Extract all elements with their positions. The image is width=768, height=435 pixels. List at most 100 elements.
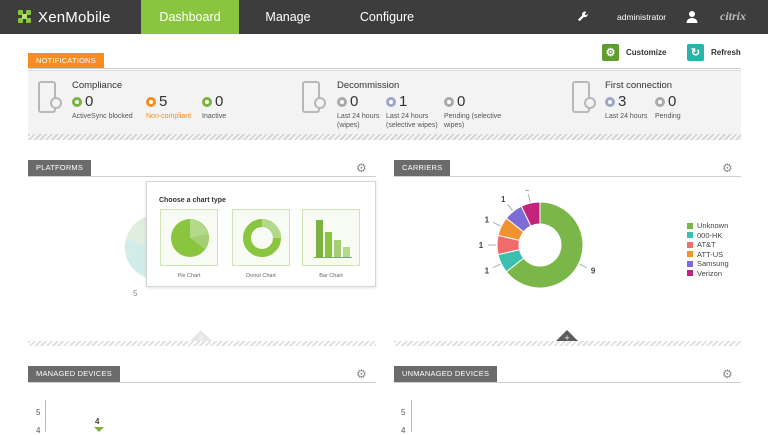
platforms-divider: [28, 341, 376, 346]
legend-item-att-us[interactable]: ATT-US: [687, 250, 729, 260]
carriers-label: CARRIERS: [394, 160, 451, 176]
selective-wipes-stat[interactable]: 1 Last 24 hours (selective wipes): [386, 93, 442, 130]
legend-item-verizon[interactable]: Verizon: [687, 269, 729, 279]
donut-data-label: 9: [591, 267, 596, 276]
legend-swatch: [687, 260, 693, 267]
tab-manage[interactable]: Manage: [239, 0, 337, 34]
legend-item-unknown[interactable]: Unknown: [687, 221, 729, 231]
platforms-gear-icon[interactable]: ⚙: [356, 162, 367, 174]
y-tick: 4: [401, 426, 406, 435]
stat-label: Inactive: [202, 113, 227, 120]
first-connection-phone-icon: [572, 81, 596, 113]
brand-logo[interactable]: XenMobile: [18, 8, 111, 26]
first-connection-pending-stat[interactable]: 0 Pending: [655, 93, 681, 121]
platforms-data-label: 5: [133, 289, 138, 298]
status-dot-icon: [605, 96, 615, 107]
pending-selective-wipes-stat[interactable]: 0 Pending (selective wipes): [444, 93, 508, 130]
unmanaged-devices-rule: [394, 382, 741, 383]
first-connection-24h-stat[interactable]: 3 Last 24 hours: [605, 93, 647, 121]
legend-item-samsung[interactable]: Samsung: [687, 259, 729, 269]
decommission-phone-icon: [302, 81, 326, 113]
pie-chart-option[interactable]: [160, 209, 218, 266]
notifications-stripe: [28, 134, 741, 140]
data-label-leader: [492, 222, 501, 227]
carriers-donut-chart: 9 1 1 1 1 1: [479, 190, 596, 289]
status-dot-icon: [337, 96, 347, 107]
managed-marker-icon: [94, 427, 104, 432]
popup-title: Choose a chart type: [159, 197, 226, 204]
legend-label: Unknown: [697, 221, 729, 231]
donut-data-label: 1: [485, 215, 490, 224]
managed-devices-gear-icon[interactable]: ⚙: [356, 368, 367, 380]
status-dot-icon: [444, 96, 454, 107]
chart-type-popup: Choose a chart type Pie Chart Donut Char…: [146, 181, 376, 287]
customize-button[interactable]: ⚙ Customize: [602, 43, 666, 61]
bar-chart-icon: [314, 220, 352, 258]
citrix-logo: citrix: [720, 9, 746, 23]
stat-value: 0: [350, 93, 359, 110]
tab-configure[interactable]: Configure: [337, 0, 437, 34]
activesync-blocked-stat[interactable]: 0 ActiveSync blocked: [72, 93, 133, 121]
legend-item-att[interactable]: AT&T: [687, 240, 729, 250]
legend-label: Verizon: [697, 268, 723, 278]
refresh-button[interactable]: ↻ Refresh: [687, 43, 741, 61]
y-tick: 5: [36, 408, 41, 417]
legend-swatch: [687, 251, 693, 258]
status-dot-icon: [202, 96, 212, 107]
stat-value: 0: [668, 93, 677, 110]
donut-chart-icon: [243, 219, 281, 257]
stat-value: 1: [399, 93, 408, 110]
wrench-icon[interactable]: [577, 10, 589, 24]
user-name[interactable]: administrator: [617, 0, 666, 34]
unmanaged-y-axis: [411, 400, 412, 432]
legend-label: ATT-US: [697, 249, 724, 259]
user-icon[interactable]: [686, 10, 698, 24]
svg-text:+: +: [564, 334, 570, 341]
carriers-gear-icon[interactable]: ⚙: [722, 162, 733, 174]
customize-gear-icon: ⚙: [602, 43, 619, 61]
data-label-leader: [579, 263, 588, 268]
svg-text:+: +: [198, 334, 204, 341]
donut-chart-option[interactable]: [232, 209, 290, 266]
stat-value: 3: [618, 93, 627, 110]
inactive-stat[interactable]: 0 Inactive: [202, 93, 226, 121]
unmanaged-devices-label: UNMANAGED DEVICES: [394, 366, 498, 382]
notifications-rule: [28, 68, 741, 69]
xenmobile-logo-icon: [18, 10, 32, 24]
y-tick: 4: [36, 426, 41, 435]
data-label-leader: [507, 204, 513, 211]
bar-chart-label: Bar Chart: [319, 273, 343, 279]
donut-chart-label: Donut Chart: [246, 273, 276, 279]
data-label-leader: [528, 194, 531, 203]
status-dot-icon: [386, 96, 396, 107]
status-dot-icon: [146, 96, 156, 107]
carriers-expand-tab-icon[interactable]: +: [556, 329, 578, 341]
legend-swatch: [687, 241, 693, 248]
first-connection-title: First connection: [605, 80, 673, 91]
decommission-title: Decommission: [337, 80, 400, 91]
status-dot-icon: [655, 96, 665, 107]
data-label-leader: [492, 263, 501, 268]
wipes-stat[interactable]: 0 Last 24 hours (wipes): [337, 93, 385, 130]
bar-chart-option[interactable]: [302, 209, 360, 266]
stat-label: Pending: [655, 113, 681, 120]
stat-label: Last 24 hours (selective wipes): [386, 113, 438, 129]
stat-value: 5: [159, 93, 168, 110]
donut-data-label: 1: [479, 241, 484, 250]
legend-swatch: [687, 270, 693, 277]
refresh-label: Refresh: [711, 47, 741, 57]
stat-label: Last 24 hours: [605, 113, 648, 120]
compliance-phone-icon: [38, 81, 62, 113]
donut-data-label: 1: [485, 267, 490, 276]
platforms-expand-tab-icon[interactable]: +: [190, 329, 212, 341]
non-compliant-stat[interactable]: 5 Non-compliant: [146, 93, 191, 121]
unmanaged-devices-gear-icon[interactable]: ⚙: [722, 368, 733, 380]
refresh-icon: ↻: [687, 43, 704, 61]
y-tick: 5: [401, 408, 406, 417]
stat-label: ActiveSync blocked: [72, 113, 133, 120]
managed-y-axis: [45, 400, 46, 432]
tab-dashboard[interactable]: Dashboard: [141, 0, 239, 34]
legend-label: 000-HK: [697, 230, 723, 240]
legend-item-000-hk[interactable]: 000-HK: [687, 231, 729, 241]
donut-data-label: 1: [525, 190, 530, 192]
